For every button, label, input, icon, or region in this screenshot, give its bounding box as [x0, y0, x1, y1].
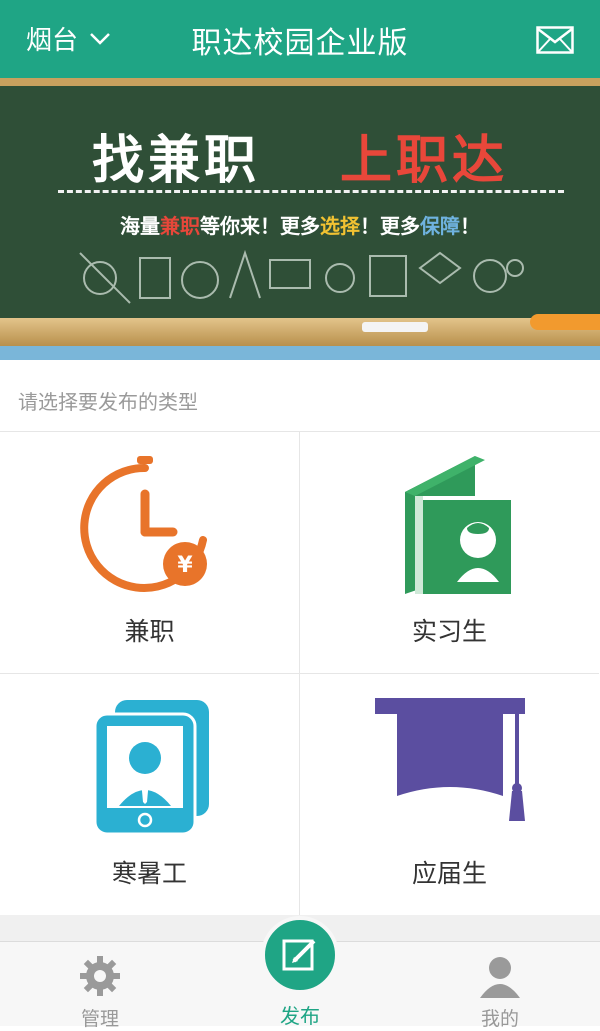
category-label: 兼职 [124, 617, 175, 646]
banner-divider [58, 190, 564, 193]
tagline-part: ！ [460, 214, 480, 238]
tagline-part: 海量 [120, 214, 160, 238]
banner-tagline: 海量兼职等你来！更多选择！更多保障！ [0, 210, 600, 239]
category-vacation-work[interactable]: 寒暑工 [0, 674, 300, 915]
nav-manage-label: 管理 [80, 1008, 119, 1030]
edit-icon [282, 939, 316, 971]
tagline-part: ！更多 [360, 214, 420, 238]
banner-bottom-strip [0, 346, 600, 360]
section-label: 请选择要发布的类型 [18, 390, 198, 414]
chalkboard-ledge [0, 318, 600, 346]
category-label: 寒暑工 [111, 859, 187, 888]
tablet-person-icon [93, 700, 209, 836]
tagline-part: 选择 [320, 214, 360, 238]
nav-manage[interactable]: 管理 [40, 954, 160, 1031]
promo-banner[interactable]: 找兼职 上职达 海量兼职等你来！更多选择！更多保障！ [0, 78, 600, 360]
tagline-part: 兼职 [160, 214, 200, 238]
banner-slogan-left: 找兼职 [92, 131, 261, 191]
chalk-doodles-icon [79, 249, 524, 304]
category-intern[interactable]: 实习生 [300, 432, 599, 674]
app-header: 烟台 职达校园企业版 [0, 0, 600, 78]
nav-publish[interactable]: 发布 [240, 916, 360, 1029]
tagline-part: 保障 [420, 214, 460, 238]
gear-icon [80, 956, 120, 996]
category-label: 应届生 [411, 859, 487, 888]
nav-mine-label: 我的 [480, 1008, 519, 1030]
page-title: 职达校园企业版 [191, 26, 409, 61]
clock-yuan-icon: ¥ [80, 456, 207, 592]
category-part-time[interactable]: ¥ 兼职 [0, 432, 300, 674]
publish-button[interactable] [261, 916, 339, 994]
bottom-nav: 管理 发布 我的 [0, 916, 600, 1030]
category-graduate[interactable]: 应届生 [300, 674, 599, 915]
category-label: 实习生 [411, 617, 487, 646]
tagline-part: 等你来！更多 [200, 214, 320, 238]
user-icon [480, 957, 520, 998]
graduation-cap-icon [375, 698, 525, 821]
svg-text:¥: ¥ [177, 553, 193, 578]
nav-mine[interactable]: 我的 [440, 954, 560, 1031]
category-grid: ¥ 兼职 实习生 寒暑工 应届生 [0, 431, 600, 916]
banner-slogan-right: 上职达 [340, 131, 509, 191]
chalk-stick-orange [530, 314, 600, 330]
book-person-icon [405, 456, 511, 594]
chalk-stick [362, 322, 428, 332]
mail-icon[interactable] [536, 26, 574, 54]
